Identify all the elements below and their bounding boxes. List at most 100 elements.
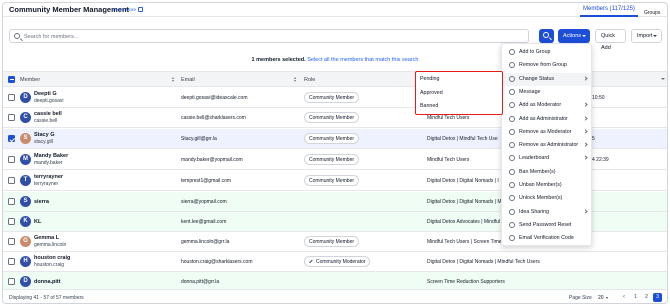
row-checkbox[interactable] <box>8 218 15 225</box>
select-all-checkbox[interactable] <box>8 76 15 83</box>
avatar: S <box>20 133 31 144</box>
actions-button[interactable]: Actions <box>558 29 590 43</box>
status-option-approved[interactable]: Approved <box>420 90 443 96</box>
member-name[interactable]: houston craig <box>34 255 70 261</box>
member-name[interactable]: cassie bell <box>34 111 62 117</box>
menu-item-idea-sharing[interactable]: Idea Sharing <box>502 206 591 219</box>
role-badge[interactable]: Community Member <box>304 175 360 186</box>
member-handle: deepti.gosavi <box>34 98 64 104</box>
member-name[interactable]: Deepti G <box>34 91 57 97</box>
row-checkbox[interactable] <box>8 114 15 121</box>
role-badge[interactable]: Community Member <box>304 112 360 123</box>
quick-add-button[interactable]: Quick Add <box>595 29 626 51</box>
column-email[interactable]: Email <box>181 77 195 83</box>
row-checkbox[interactable] <box>8 156 15 163</box>
leaderboard-icon <box>509 155 515 162</box>
chevron-right-icon <box>583 208 588 214</box>
status-option-pending[interactable]: Pending <box>420 76 439 82</box>
menu-item-unban-member-s[interactable]: Unban Member(s) <box>502 179 591 192</box>
column-role[interactable]: Role <box>304 77 315 83</box>
role-badge[interactable]: Community Moderator <box>304 256 371 267</box>
row-checkbox[interactable] <box>8 135 15 142</box>
member-groups: Mindful Tech Users <box>427 157 470 163</box>
row-checkbox[interactable] <box>8 94 15 101</box>
search-box[interactable] <box>9 29 529 43</box>
member-name[interactable]: Mandy Baker <box>34 153 68 159</box>
menu-item-label: Ban Member(s) <box>519 168 556 175</box>
learn-more-link[interactable]: Learn More <box>113 7 144 12</box>
member-email: gemma.lincoln@grr.la <box>181 239 230 245</box>
table-row[interactable]: Hhouston craig houston.craig houston.craig… <box>3 252 667 272</box>
menu-item-add-as-administrator[interactable]: Add as Administrator <box>502 113 591 126</box>
row-checkbox[interactable] <box>8 278 15 285</box>
menu-item-unlock-member-s[interactable]: Unlock Member(s) <box>502 192 591 205</box>
menu-item-change-status[interactable]: Change Status <box>502 72 591 86</box>
member-name[interactable]: Gemma L <box>34 235 59 241</box>
member-name[interactable]: sierra <box>34 199 49 205</box>
column-member[interactable]: Member <box>20 77 40 83</box>
idea-sharing-icon <box>509 208 515 215</box>
user-minus-icon <box>509 62 515 69</box>
avatar: H <box>20 256 31 267</box>
prev-page-icon[interactable]: ‹ <box>623 294 625 300</box>
menu-item-send-password-reset[interactable]: Send Password Reset <box>502 219 591 232</box>
member-groups: Digital Detox | Mindful Tech Use <box>427 136 498 142</box>
actions-label: Actions <box>563 33 582 39</box>
menu-item-add-to-group[interactable]: Add to Group <box>502 46 591 59</box>
page-3[interactable]: 3 <box>653 293 662 302</box>
menu-item-label: Change Status <box>519 75 555 82</box>
page-size-select[interactable]: 20 <box>598 295 604 301</box>
member-name[interactable]: donna.pitt <box>34 279 61 285</box>
menu-item-remove-as-moderator[interactable]: Remove as Moderator <box>502 126 591 139</box>
avatar: K <box>20 216 31 227</box>
top-bar: Community Member Management Learn More M… <box>3 3 667 17</box>
chevron-down-icon[interactable] <box>661 78 665 80</box>
chevron-right-icon <box>583 155 588 161</box>
menu-item-message[interactable]: Message <box>502 86 591 99</box>
learn-more-label[interactable]: Learn More <box>113 7 136 12</box>
message-icon <box>509 88 515 95</box>
role-badge[interactable]: Community Member <box>304 92 360 103</box>
member-name[interactable]: KL <box>34 219 41 225</box>
row-checkbox[interactable] <box>8 198 15 205</box>
member-email: donna.pitt@grr.la <box>181 279 220 285</box>
avatar: G <box>20 236 31 247</box>
chevron-right-icon <box>583 102 588 107</box>
tab-members[interactable]: Members (117/125) <box>580 6 638 17</box>
chevron-down-icon <box>582 35 586 37</box>
role-label: Community Member <box>309 115 355 121</box>
role-badge[interactable]: Community Member <box>304 154 360 165</box>
page-2[interactable]: 2 <box>642 293 651 302</box>
role-label: Community Member <box>309 136 355 142</box>
member-handle: terryrayner <box>34 181 59 187</box>
import-button[interactable]: Import <box>631 29 662 43</box>
search-button[interactable] <box>539 29 554 43</box>
row-checkbox[interactable] <box>8 238 15 245</box>
member-name[interactable]: Stacy G <box>34 132 54 138</box>
member-name[interactable]: terryrayner <box>34 174 63 180</box>
menu-item-leaderboard[interactable]: Leaderboard <box>502 152 591 165</box>
chevron-down-icon[interactable] <box>606 297 608 299</box>
search-input[interactable] <box>24 32 524 41</box>
tab-groups[interactable]: Groups <box>644 10 660 16</box>
page-1[interactable]: 1 <box>631 293 640 302</box>
menu-item-add-as-moderator[interactable]: Add as Moderator <box>502 99 591 112</box>
selection-count: 1 members selected. <box>251 57 306 63</box>
menu-item-remove-from-group[interactable]: Remove from Group <box>502 59 591 72</box>
status-option-banned[interactable]: Banned <box>420 103 438 109</box>
role-badge[interactable]: Community Member <box>304 236 360 247</box>
member-email: Stacy.gill@grr.la <box>181 136 217 142</box>
row-checkbox[interactable] <box>8 177 15 184</box>
sort-icon[interactable] <box>294 77 297 83</box>
member-email: mandy.baker@yopmail.com <box>181 157 243 163</box>
sort-icon[interactable] <box>172 77 175 83</box>
menu-item-ban-member-s[interactable]: Ban Member(s) <box>502 166 591 179</box>
menu-item-remove-as-administrator[interactable]: Remove as Administrator <box>502 139 591 152</box>
menu-item-email-verification-code[interactable]: Email Verification Code <box>502 232 591 245</box>
member-handle: houston.craig <box>34 262 65 268</box>
select-all-link[interactable]: Select all the members that match this s… <box>307 57 418 63</box>
row-checkbox[interactable] <box>8 258 15 265</box>
actions-menu: Add to Group Remove from Group Change Stat… <box>501 43 592 246</box>
table-footer: Displaying 41 - 57 of 57 members Page Si… <box>3 289 667 303</box>
role-badge[interactable]: Community Member <box>304 133 360 144</box>
